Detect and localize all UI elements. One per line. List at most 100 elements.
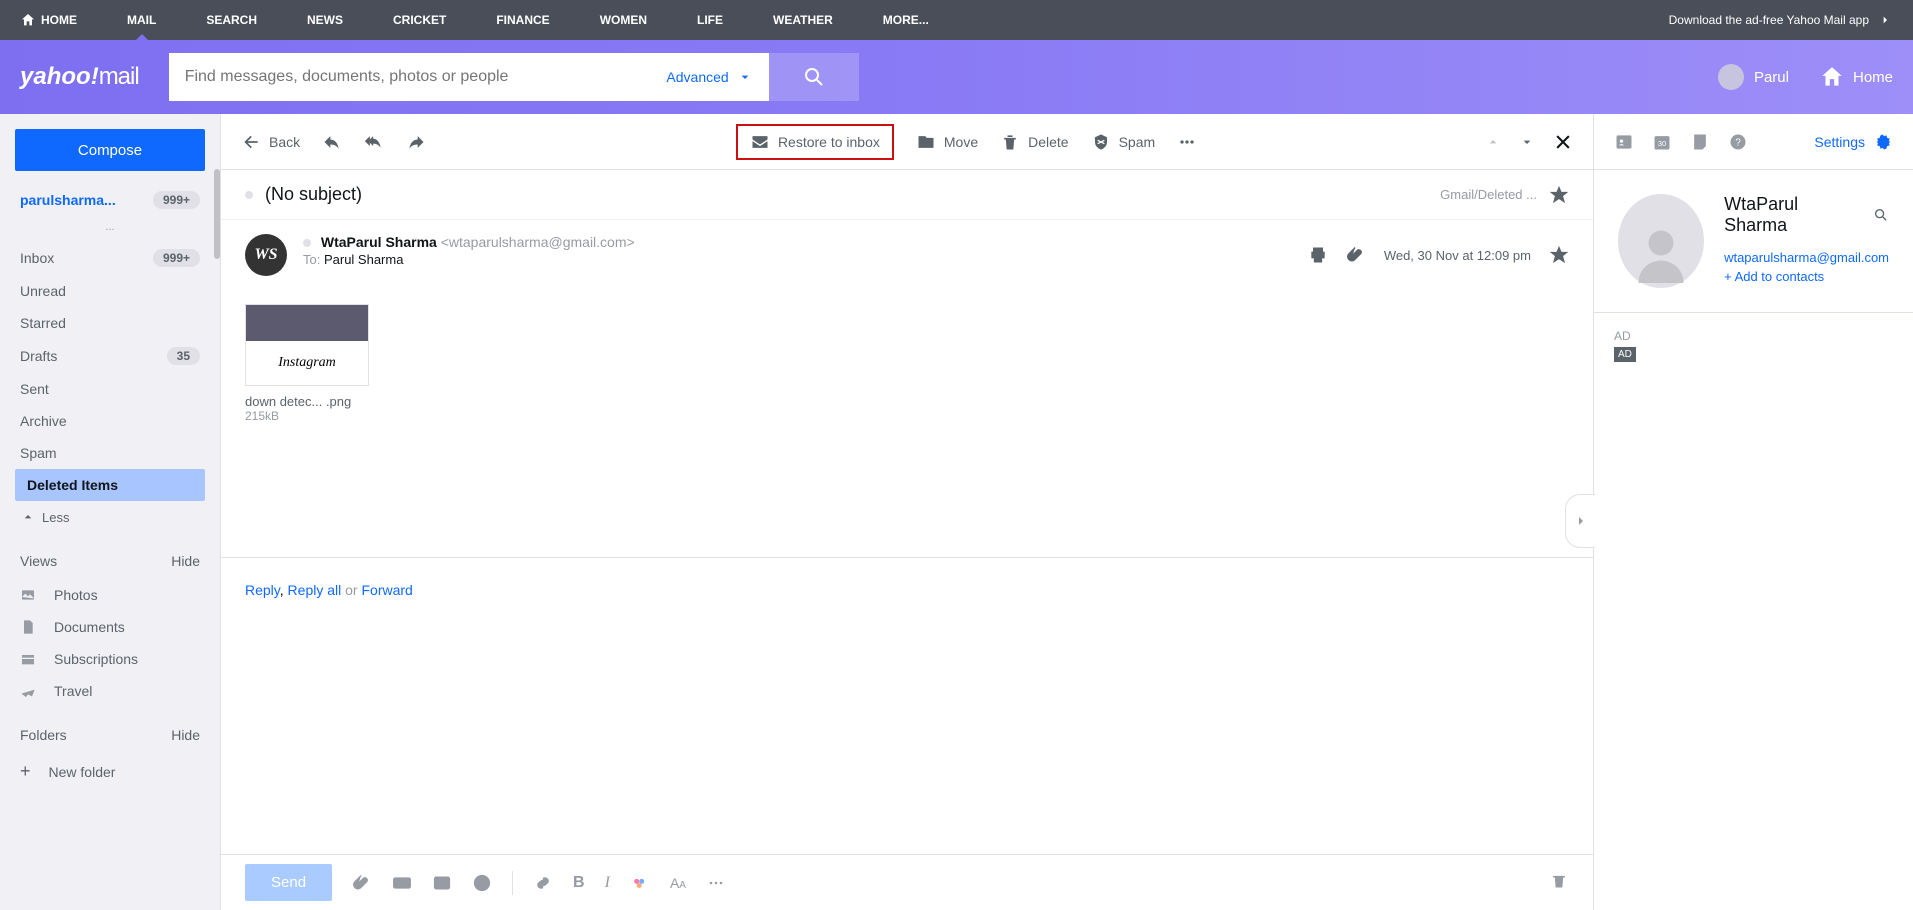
reply-icon[interactable]	[322, 132, 342, 152]
notes-icon[interactable]	[1690, 132, 1710, 152]
reply-all-icon[interactable]	[364, 132, 384, 152]
gif-icon[interactable]	[392, 873, 412, 893]
header: yahoo!mail Advanced Parul Home	[0, 40, 1913, 114]
font-size-icon[interactable]: AA	[670, 875, 686, 891]
attach-icon[interactable]	[352, 873, 372, 893]
sender-name[interactable]: WtaParul Sharma	[321, 234, 437, 250]
sender-row: WS WtaParul Sharma <wtaparulsharma@gmail…	[221, 220, 1593, 284]
subject-row: (No subject) Gmail/Deleted ...	[221, 170, 1593, 220]
nav-finance[interactable]: FINANCE	[496, 13, 549, 27]
nav-cricket[interactable]: CRICKET	[393, 13, 446, 27]
settings-link[interactable]: Settings	[1814, 132, 1893, 152]
folder-starred[interactable]: Starred	[0, 307, 220, 339]
compose-button[interactable]: Compose	[15, 129, 205, 171]
less-toggle[interactable]: Less	[0, 501, 220, 533]
new-folder[interactable]: + New folder	[0, 753, 220, 790]
search-button[interactable]	[769, 53, 859, 101]
download-app-link[interactable]: Download the ad-free Yahoo Mail app	[1669, 12, 1893, 28]
reply-link[interactable]: Reply	[245, 582, 280, 598]
search-icon	[802, 65, 826, 89]
folder-deleted-items[interactable]: Deleted Items	[15, 469, 205, 501]
star-icon[interactable]	[1549, 185, 1569, 205]
star-icon[interactable]	[1549, 245, 1569, 265]
add-to-contacts[interactable]: + Add to contacts	[1724, 269, 1889, 284]
nav-women[interactable]: WOMEN	[600, 13, 647, 27]
advanced-search[interactable]: Advanced	[650, 53, 768, 101]
nav-weather[interactable]: WEATHER	[773, 13, 833, 27]
spam-button[interactable]: Spam	[1091, 132, 1156, 152]
reply-all-link[interactable]: Reply all	[288, 582, 342, 598]
nav-more[interactable]: MORE...	[883, 13, 929, 27]
contact-name: WtaParul Sharma	[1724, 194, 1865, 236]
color-icon[interactable]	[630, 873, 650, 893]
nav-mail[interactable]: MAIL	[127, 13, 156, 27]
content: Back Restore to inbox Move Delete	[220, 114, 1913, 910]
print-icon[interactable]	[1308, 245, 1328, 265]
restore-to-inbox-button[interactable]: Restore to inbox	[736, 124, 894, 160]
contacts-icon[interactable]	[1614, 132, 1634, 152]
folder-spam[interactable]: Spam	[0, 437, 220, 469]
nav-search[interactable]: SEARCH	[206, 13, 257, 27]
nav-life[interactable]: LIFE	[697, 13, 723, 27]
next-message-bubble[interactable]	[1565, 494, 1595, 548]
hide-views[interactable]: Hide	[171, 553, 200, 569]
folder-sent[interactable]: Sent	[0, 373, 220, 405]
toolbar: Back Restore to inbox Move Delete	[221, 114, 1593, 170]
forward-link[interactable]: Forward	[361, 582, 412, 598]
view-subscriptions[interactable]: Subscriptions	[0, 643, 220, 675]
next-message-icon[interactable]	[1519, 134, 1535, 150]
attachment-name: down detec... .png	[245, 394, 369, 409]
folder-archive[interactable]: Archive	[0, 405, 220, 437]
emoji-icon[interactable]	[472, 873, 492, 893]
nav-news[interactable]: NEWS	[307, 13, 343, 27]
logo[interactable]: yahoo!mail	[20, 63, 139, 91]
home-button[interactable]: Home	[1819, 64, 1893, 90]
photos-icon	[20, 587, 36, 603]
forward-icon[interactable]	[406, 132, 426, 152]
subscriptions-icon	[20, 651, 36, 667]
close-icon[interactable]	[1553, 132, 1573, 152]
message-pane: Back Restore to inbox Move Delete	[220, 114, 1593, 910]
trash-icon	[1000, 132, 1020, 152]
attachment-thumbnail[interactable]: Instagram down detec... .png 215kB	[245, 304, 369, 423]
bold-icon[interactable]: B	[573, 874, 585, 892]
unread-dot	[245, 191, 253, 199]
inbox-icon	[750, 132, 770, 152]
back-button[interactable]: Back	[241, 132, 300, 152]
card-icon[interactable]	[432, 873, 452, 893]
folder-inbox[interactable]: Inbox999+	[0, 241, 220, 275]
search-input[interactable]	[169, 53, 651, 101]
nav-home[interactable]: HOME	[20, 12, 77, 28]
view-documents[interactable]: Documents	[0, 611, 220, 643]
folder-drafts[interactable]: Drafts35	[0, 339, 220, 373]
prev-message-icon[interactable]	[1485, 134, 1501, 150]
delete-button[interactable]: Delete	[1000, 132, 1068, 152]
help-icon[interactable]: ?	[1728, 132, 1748, 152]
to-name[interactable]: Parul Sharma	[324, 252, 403, 267]
user-menu[interactable]: Parul	[1718, 64, 1789, 90]
send-button[interactable]: Send	[245, 864, 332, 901]
view-travel[interactable]: Travel	[0, 675, 220, 707]
message-body: Instagram down detec... .png 215kB	[221, 284, 1593, 557]
calendar-icon[interactable]: 30	[1652, 132, 1672, 152]
link-icon[interactable]	[533, 873, 553, 893]
move-button[interactable]: Move	[916, 132, 978, 152]
italic-icon[interactable]: I	[605, 874, 610, 892]
contact-email[interactable]: wtaparulsharma@gmail.com	[1724, 250, 1889, 265]
account-name[interactable]: parulsharma...	[20, 192, 116, 208]
views-header: Views	[20, 553, 57, 569]
account-dots[interactable]: ...	[0, 219, 220, 241]
gear-icon	[1873, 132, 1893, 152]
folder-unread[interactable]: Unread	[0, 275, 220, 307]
avatar	[1718, 64, 1744, 90]
more-format-icon[interactable]	[706, 873, 726, 893]
search-bar: Advanced	[169, 53, 859, 101]
attachment-icon[interactable]	[1346, 245, 1366, 265]
more-icon[interactable]	[1177, 132, 1197, 152]
hide-folders[interactable]: Hide	[171, 727, 200, 743]
search-contact-icon[interactable]	[1873, 207, 1889, 223]
discard-icon[interactable]	[1549, 870, 1569, 890]
ad-label: AD	[1614, 329, 1893, 343]
travel-icon	[20, 683, 36, 699]
view-photos[interactable]: Photos	[0, 579, 220, 611]
